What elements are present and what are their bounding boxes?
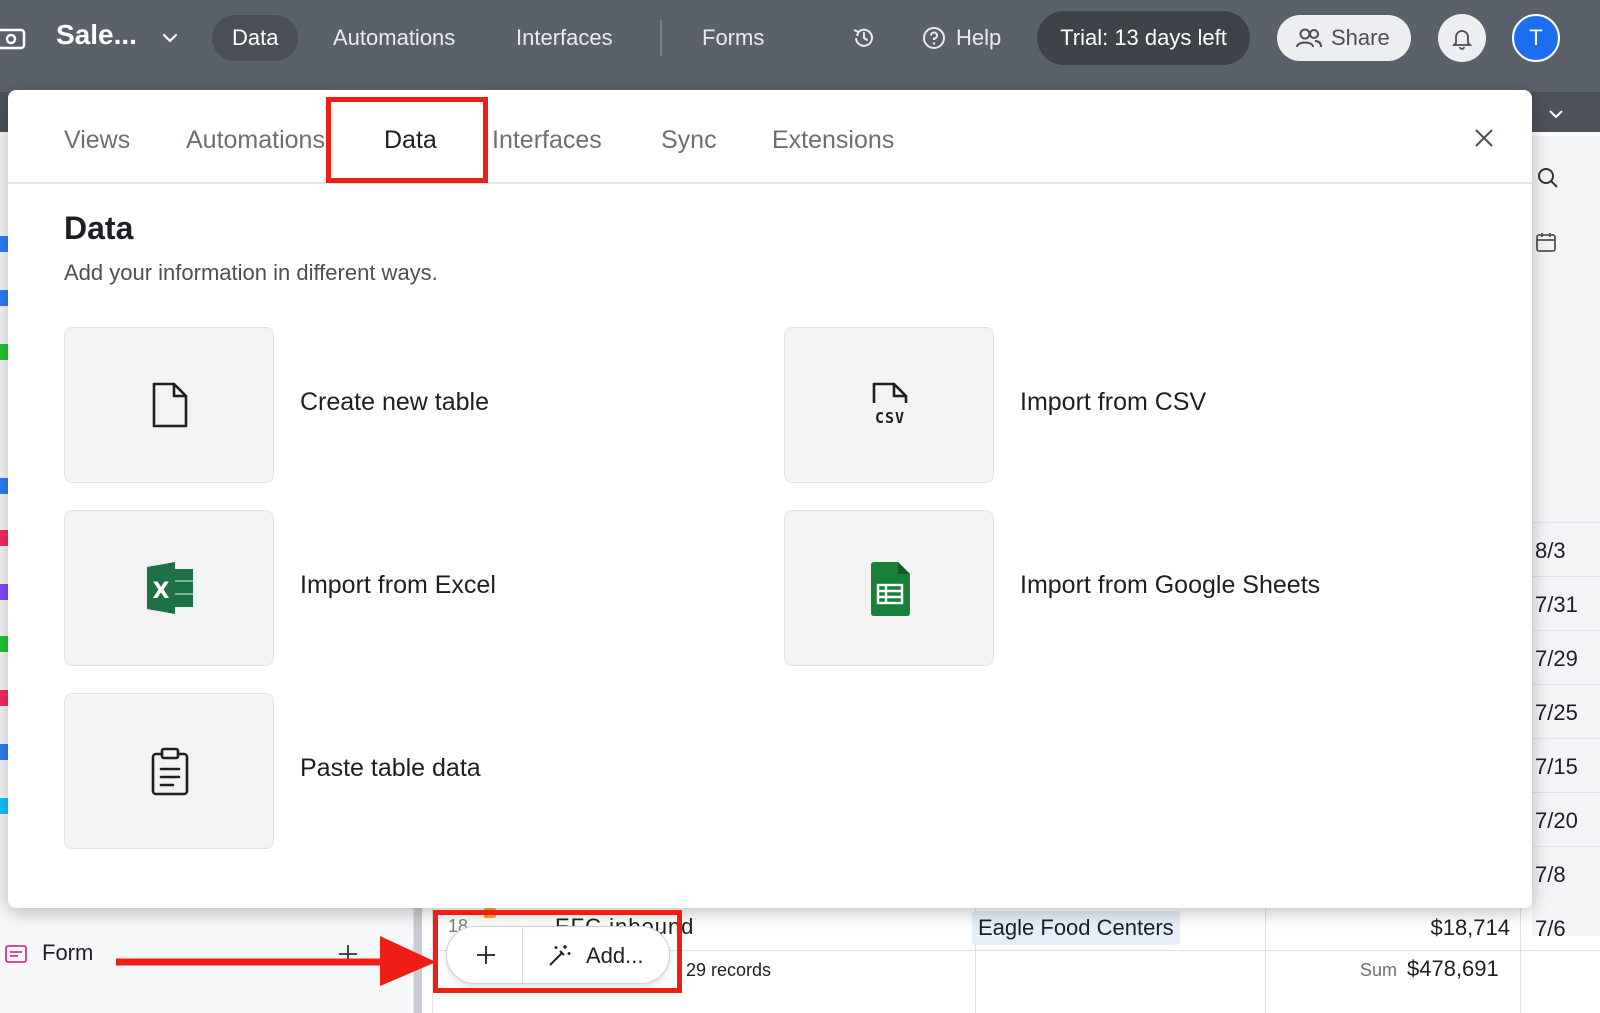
- row-divider: [1532, 846, 1600, 847]
- view-icon[interactable]: [0, 690, 8, 706]
- view-icon[interactable]: [0, 584, 8, 600]
- option-import-excel[interactable]: X Import from Excel: [64, 510, 684, 666]
- option-import-csv[interactable]: CSV Import from CSV: [784, 327, 1404, 483]
- bell-icon: [1451, 30, 1473, 50]
- form-icon: [5, 945, 27, 963]
- option-import-google-sheets[interactable]: Import from Google Sheets: [784, 510, 1404, 666]
- view-icon[interactable]: [0, 798, 8, 814]
- view-icon[interactable]: [0, 636, 8, 652]
- nav-forms[interactable]: Forms: [682, 15, 784, 61]
- excel-icon: X: [147, 562, 193, 614]
- avatar[interactable]: T: [1512, 14, 1560, 62]
- date-cell: 8/3: [1535, 538, 1566, 563]
- modal-subtitle: Add your information in different ways.: [64, 260, 438, 285]
- option-tile[interactable]: X: [64, 510, 274, 666]
- row-divider: [1532, 684, 1600, 685]
- row-divider: [1532, 522, 1600, 523]
- view-icon[interactable]: [0, 290, 8, 306]
- help-label: Help: [956, 25, 1002, 50]
- data-modal: Views Automations Data Interfaces Sync E…: [8, 90, 1532, 908]
- record-count: 29 records: [686, 960, 772, 980]
- highlight-add-button: [433, 910, 682, 993]
- option-label: Import from Google Sheets: [1020, 571, 1321, 599]
- option-label: Import from Excel: [300, 571, 496, 599]
- tab-automations[interactable]: Automations: [186, 126, 325, 155]
- highlight-data-tab: [326, 97, 488, 183]
- option-tile[interactable]: [64, 693, 274, 849]
- tab-views[interactable]: Views: [64, 126, 130, 155]
- base-logo-icon[interactable]: [0, 22, 28, 54]
- help-icon: [923, 27, 945, 49]
- option-create-new-table[interactable]: Create new table: [64, 327, 684, 483]
- close-icon[interactable]: [1472, 126, 1496, 150]
- date-cell: 7/20: [1535, 808, 1578, 833]
- view-icon[interactable]: [0, 530, 8, 546]
- sum-value: $478,691: [1407, 956, 1499, 981]
- date-cell: 7/15: [1535, 754, 1578, 779]
- date-cell: 7/29: [1535, 646, 1578, 671]
- nav-divider: [660, 20, 662, 56]
- amount-cell[interactable]: $18,714: [1380, 915, 1510, 941]
- sum-label: Sum: [1360, 960, 1398, 980]
- date-cell: 7/31: [1535, 592, 1578, 617]
- grid-divider: [1265, 905, 1266, 1013]
- search-icon[interactable]: [1536, 166, 1560, 190]
- tab-extensions[interactable]: Extensions: [772, 126, 894, 155]
- option-label: Paste table data: [300, 754, 481, 782]
- company-chip[interactable]: Eagle Food Centers: [972, 911, 1180, 945]
- history-icon[interactable]: [850, 24, 878, 52]
- chevron-down-icon: [1549, 110, 1563, 119]
- row-divider: [1532, 738, 1600, 739]
- nav-interfaces[interactable]: Interfaces: [496, 15, 633, 61]
- row-divider: [1532, 576, 1600, 577]
- option-tile[interactable]: CSV: [784, 327, 994, 483]
- users-icon: [1296, 28, 1322, 48]
- csv-file-icon: CSV: [872, 382, 908, 427]
- clipboard-icon: [151, 747, 189, 796]
- option-label: Import from CSV: [1020, 388, 1207, 416]
- notifications-button[interactable]: [1438, 14, 1486, 62]
- view-icon[interactable]: [0, 478, 8, 494]
- share-button[interactable]: Share: [1277, 15, 1411, 61]
- google-sheets-icon: [871, 562, 910, 616]
- row-divider: [1532, 792, 1600, 793]
- file-icon: [152, 382, 188, 428]
- row-divider: [1532, 630, 1600, 631]
- view-icon[interactable]: [0, 344, 8, 360]
- svg-text:CSV: CSV: [875, 409, 905, 427]
- svg-text:X: X: [153, 579, 170, 604]
- table-menu-chevron[interactable]: [1532, 92, 1600, 136]
- nav-data[interactable]: Data: [212, 15, 299, 61]
- option-tile[interactable]: [64, 327, 274, 483]
- view-icon[interactable]: [0, 236, 8, 252]
- date-cell: 7/8: [1535, 862, 1566, 887]
- option-paste-table-data[interactable]: Paste table data: [64, 693, 684, 849]
- date-cell: 7/6: [1535, 916, 1566, 941]
- sidebar-item-label: Form: [42, 940, 94, 965]
- nav-automations[interactable]: Automations: [313, 15, 475, 61]
- share-label: Share: [1331, 25, 1390, 50]
- chevron-down-icon[interactable]: [160, 28, 180, 48]
- tab-sync[interactable]: Sync: [661, 126, 717, 155]
- base-name[interactable]: Sale...: [56, 19, 137, 51]
- option-tile[interactable]: [784, 510, 994, 666]
- help-button[interactable]: Help: [922, 15, 1001, 61]
- option-label: Create new table: [300, 388, 490, 416]
- tab-interfaces[interactable]: Interfaces: [492, 126, 602, 155]
- red-arrow-icon: [116, 936, 436, 986]
- modal-title: Data: [64, 210, 134, 246]
- view-icon[interactable]: [0, 744, 8, 760]
- trial-button[interactable]: Trial: 13 days left: [1037, 11, 1250, 65]
- modal-tab-bar: Views Automations Data Interfaces Sync E…: [8, 90, 1532, 184]
- grid-divider: [1520, 905, 1521, 1013]
- calendar-icon: [1536, 233, 1556, 252]
- date-cell: 7/25: [1535, 700, 1578, 725]
- top-bar: Sale... Data Automations Interfaces Form…: [0, 0, 1600, 92]
